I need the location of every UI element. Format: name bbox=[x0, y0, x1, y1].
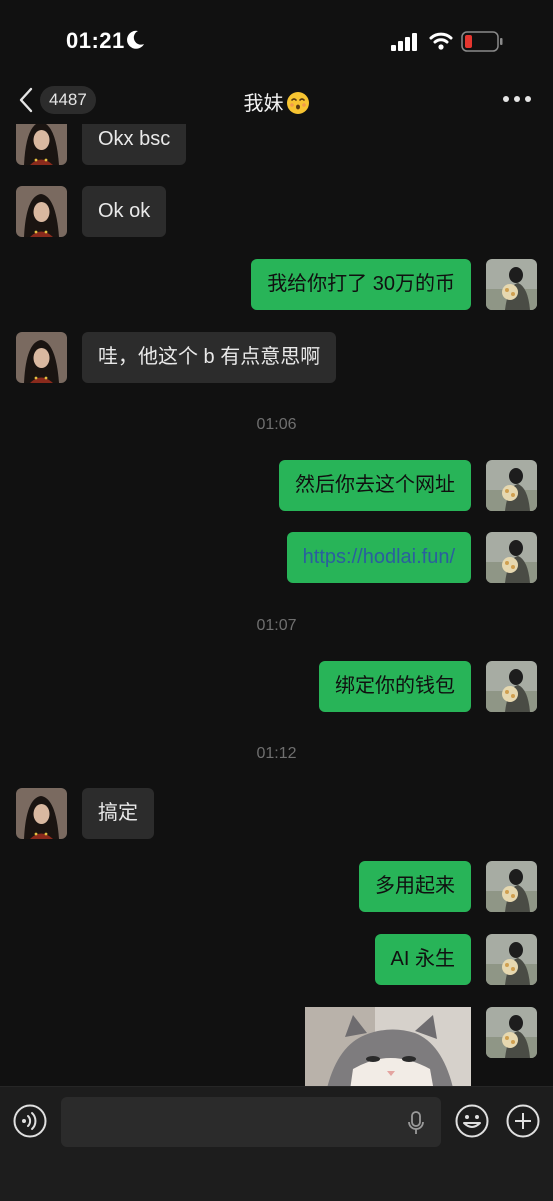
message-bubble-incoming[interactable]: 搞定 bbox=[82, 788, 154, 839]
my-avatar[interactable] bbox=[486, 1007, 537, 1058]
plus-icon[interactable] bbox=[506, 1104, 540, 1138]
chat-header: 4487 我妹 bbox=[0, 74, 553, 124]
message-bubble-outgoing[interactable]: 我给你打了 30万的币 bbox=[251, 259, 471, 310]
emoji-icon[interactable] bbox=[455, 1104, 489, 1138]
voice-icon[interactable] bbox=[13, 1104, 47, 1138]
my-avatar[interactable] bbox=[486, 661, 537, 712]
ellipsis-icon[interactable] bbox=[502, 94, 532, 104]
contact-avatar[interactable] bbox=[16, 124, 67, 165]
kissing-face-emoji bbox=[286, 92, 309, 114]
my-avatar[interactable] bbox=[486, 532, 537, 583]
microphone-icon[interactable] bbox=[407, 1111, 425, 1135]
message-timestamp: 01:07 bbox=[256, 617, 297, 634]
contact-avatar[interactable] bbox=[16, 186, 67, 237]
contact-avatar[interactable] bbox=[16, 788, 67, 839]
message-link-bubble[interactable]: https://hodlai.fun/ bbox=[286, 532, 471, 583]
moon-icon bbox=[127, 30, 144, 49]
status-bar: 01:21 bbox=[0, 0, 553, 80]
chat-title: 我妹 bbox=[0, 87, 553, 116]
my-avatar[interactable] bbox=[486, 861, 537, 912]
message-bubble-incoming[interactable]: Ok ok bbox=[82, 186, 167, 237]
message-timestamp: 01:12 bbox=[256, 745, 297, 762]
my-avatar[interactable] bbox=[486, 934, 537, 985]
my-avatar[interactable] bbox=[486, 259, 537, 310]
message-bubble-outgoing[interactable]: 绑定你的钱包 bbox=[319, 661, 471, 712]
input-bar bbox=[0, 1086, 553, 1201]
signal-icon bbox=[391, 33, 417, 51]
message-bubble-outgoing[interactable]: AI 永生 bbox=[374, 934, 471, 985]
cat-photo-message[interactable] bbox=[305, 1007, 471, 1086]
message-list[interactable]: Okx bsc Ok ok 我给你打了 30万的币 哇，他这个 b 有点意思啊 … bbox=[0, 124, 553, 1086]
message-bubble-incoming[interactable]: Okx bsc bbox=[82, 124, 187, 165]
message-bubble-incoming[interactable]: 哇，他这个 b 有点意思啊 bbox=[82, 332, 337, 383]
status-time: 01:21 bbox=[66, 28, 125, 53]
chat-title-text: 我妹 bbox=[243, 93, 284, 115]
battery-low-icon bbox=[461, 31, 503, 52]
contact-avatar[interactable] bbox=[16, 332, 67, 383]
message-bubble-outgoing[interactable]: 多用起来 bbox=[359, 861, 471, 912]
message-bubble-outgoing[interactable]: 然后你去这个网址 bbox=[279, 460, 471, 511]
my-avatar[interactable] bbox=[486, 460, 537, 511]
message-timestamp: 01:06 bbox=[256, 416, 297, 433]
message-input[interactable] bbox=[61, 1097, 441, 1147]
wifi-icon bbox=[429, 32, 453, 50]
